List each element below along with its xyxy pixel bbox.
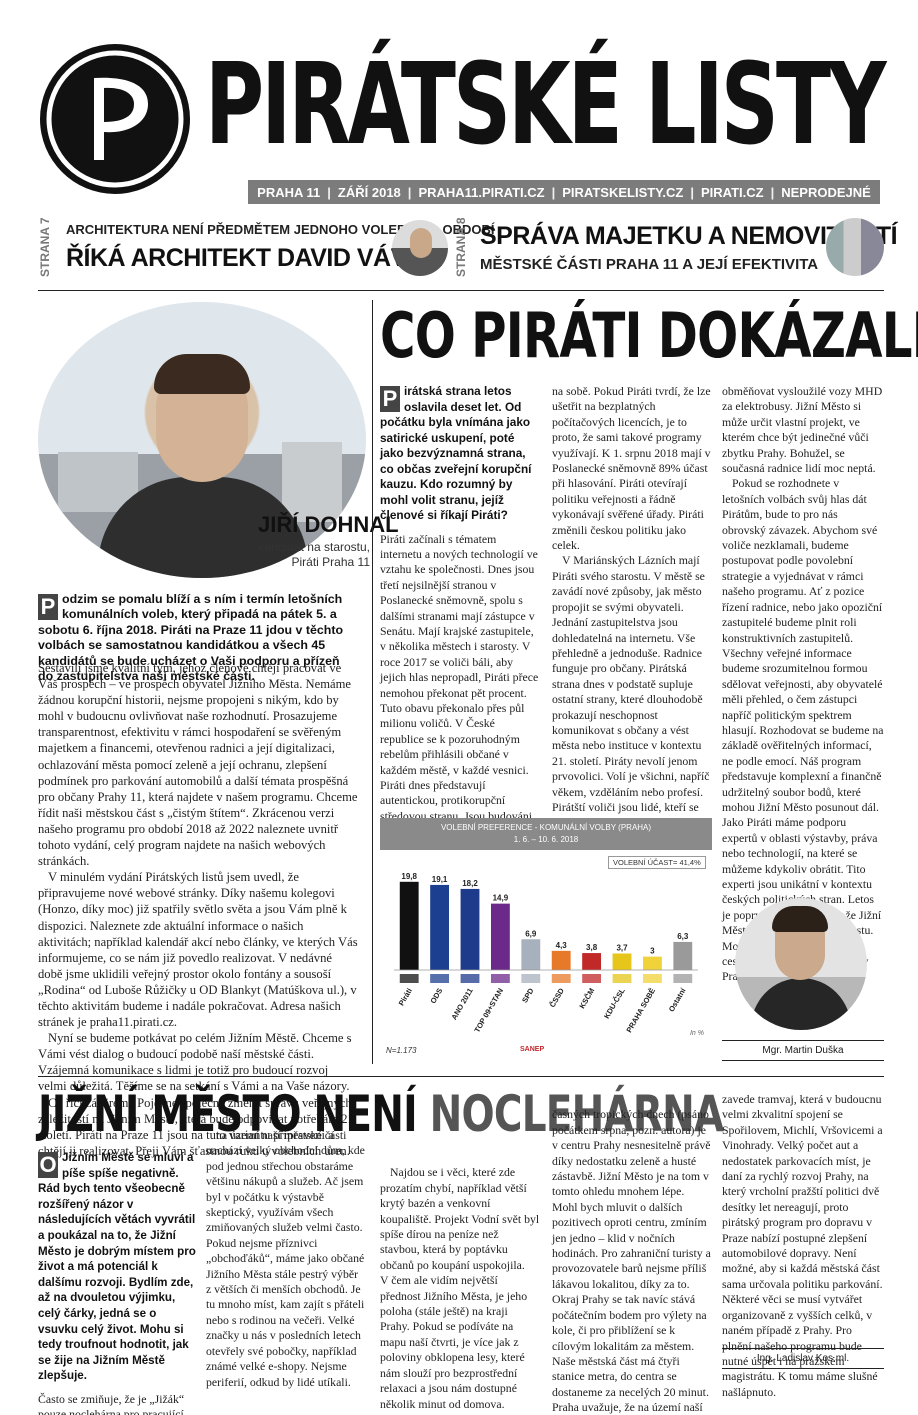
poll-chart: VOLEBNÍ PREFERENCE - KOMUNÁLNÍ VOLBY (PR…: [380, 818, 712, 1064]
bottom-lead-paragraph: O Jižním Městě se mluví a píše spíše nega…: [38, 1151, 196, 1383]
paragraph: Často se zmiňuje, že je „Jižák“ pouze no…: [38, 1391, 187, 1415]
bar-value-label: 18,2: [462, 879, 478, 888]
party-logo-icon: [521, 974, 541, 983]
drop-cap: P: [38, 594, 58, 620]
category-label: TOP 09+STAN: [472, 987, 505, 1035]
chart-sample-size: N=1.173: [386, 1046, 417, 1055]
david-vavra-photo: [392, 220, 448, 276]
bottom-column-1: O Jižním Městě se mluví a píše spíše nega…: [38, 1150, 198, 1415]
party-logo-icon: [673, 974, 693, 983]
paragraph: V minulém vydání Pirátských listů jsem u…: [38, 870, 358, 1030]
masthead-title: PIRÁTSKÉ LISTY: [205, 40, 887, 170]
author-name: JIŘÍ DOHNAL: [258, 512, 399, 537]
bar-value-label: 3,7: [616, 944, 628, 953]
paragraph: na území naší městské části nachází velk…: [206, 1128, 365, 1389]
paragraph: na sobě. Pokud Piráti tvrdí, že lze ušet…: [552, 384, 711, 553]
info-date: ZÁŘÍ 2018: [337, 184, 401, 200]
section-divider: [38, 1076, 884, 1077]
main-lead-paragraph: Pirátská strana letos oslavila deset let…: [380, 384, 532, 522]
bar-3: [460, 888, 480, 970]
paragraph: Sestavili jsme kvalitní tým, jehož členo…: [38, 661, 358, 869]
bar-value-label: 4,3: [556, 941, 568, 950]
paragraph: časných tropických dnech (psáno počátkem…: [552, 1107, 711, 1415]
bar-value-label: 6,9: [525, 929, 537, 938]
building-photo: [826, 218, 884, 276]
bar-value-label: 19,8: [401, 872, 417, 881]
bottom-column-4: časných tropických dnech (psáno počátkem…: [552, 1092, 712, 1415]
chart-header: VOLEBNÍ PREFERENCE - KOMUNÁLNÍ VOLBY (PR…: [380, 818, 712, 850]
chart-source-logo: SANEP: [520, 1046, 545, 1053]
bar-value-label: 3,8: [586, 943, 598, 952]
category-label: SPD: [520, 986, 536, 1004]
bar-10: [673, 941, 693, 970]
bar-6: [551, 950, 571, 970]
bar-9: [642, 956, 662, 970]
category-label: Ostatní: [667, 986, 688, 1014]
bar-8: [612, 953, 632, 970]
chart-subtitle: 1. 6. – 10. 6. 2018: [513, 835, 579, 844]
author-caption: Ing. Ladislav Kos ml.: [722, 1348, 884, 1369]
teaser-page-number: STRANA 7: [38, 217, 52, 277]
category-label: ČSSD: [548, 986, 567, 1009]
info-not-for-sale: NEPRODEJNÉ: [781, 184, 871, 200]
chart-plot: 19,8 Piráti 19,1 ODS 18,2 ANO 2011 14,9 TOP 09+…: [394, 872, 698, 1035]
bar-value-label: 6,3: [677, 932, 689, 941]
party-logo-icon: [612, 974, 632, 983]
info-link-praha11[interactable]: PRAHA11.PIRATI.CZ: [418, 185, 544, 200]
photo-caption: Mgr. Martin Duška: [722, 1040, 884, 1061]
column-divider: [372, 300, 373, 1064]
bottom-column-3: Najdou se i věci, které zde prozatím chy…: [380, 1150, 540, 1415]
main-headline: CO PIRÁTI DOKÁZALI?: [380, 299, 918, 372]
pirate-party-logo: [40, 44, 190, 194]
bar-4: [490, 903, 510, 970]
category-label: Piráti: [397, 987, 414, 1008]
masthead-info-bar: PRAHA 11 | ZÁŘÍ 2018 | PRAHA11.PIRATI.CZ…: [248, 180, 880, 204]
category-label: KDU-ČSL: [602, 986, 627, 1020]
bar-value-label: 3: [650, 947, 655, 956]
top-divider: [38, 290, 884, 291]
martin-duska-photo: [735, 898, 867, 1030]
bar-1: [399, 881, 419, 970]
author-role: kandidát na starostu, Piráti Praha 11: [258, 540, 370, 569]
party-logo-icon: [551, 974, 571, 983]
drop-cap: P: [380, 386, 400, 412]
bar-7: [582, 953, 602, 970]
bar-value-label: 19,1: [432, 875, 448, 884]
bar-value-label: 14,9: [493, 894, 509, 903]
teaser-title: ŘÍKÁ ARCHITEKT DAVID VÁVRA: [66, 244, 442, 272]
category-label: ODS: [428, 987, 444, 1006]
category-label: KSČM: [577, 987, 596, 1011]
teaser-page-number: STRANA 8: [454, 217, 468, 277]
category-label: PRAHA SOBĚ: [624, 987, 657, 1035]
drop-cap: O: [38, 1152, 58, 1178]
teaser-property[interactable]: STRANA 8 SPRÁVA MAJETKU A NEMOVITOSTÍ MĚ…: [454, 214, 898, 280]
party-logo-icon: [399, 974, 419, 983]
party-logo-icon: [460, 974, 480, 983]
category-label: ANO 2011: [449, 987, 474, 1022]
info-link-piratskelisty[interactable]: PIRATSKELISTY.CZ: [562, 185, 683, 200]
bottom-column-2: na území naší městské části nachází velk…: [206, 1128, 366, 1390]
party-logo-icon: [642, 974, 662, 983]
masthead: PIRÁTSKÉ LISTY PRAHA 11 | ZÁŘÍ 2018 | PR…: [0, 0, 918, 210]
paragraph: obměňovat vysloužilé vozy MHD za elektro…: [722, 384, 883, 476]
main-column-3: obměňovat vysloužilé vozy MHD za elektro…: [722, 384, 884, 985]
party-logo-icon: [430, 974, 450, 983]
bar-5: [521, 939, 541, 970]
chart-title: VOLEBNÍ PREFERENCE - KOMUNÁLNÍ VOLBY (PR…: [440, 823, 652, 832]
party-logo-icon: [490, 974, 510, 983]
chart-unit: In %: [689, 1030, 704, 1037]
bar-2: [430, 884, 450, 970]
info-link-pirati[interactable]: PIRATI.CZ: [701, 185, 764, 200]
teaser-subtitle: MĚSTSKÉ ČÁSTI PRAHA 11 A JEJÍ EFEKTIVITA: [480, 256, 819, 273]
info-location: PRAHA 11: [257, 184, 321, 200]
party-logo-icon: [582, 974, 602, 983]
teaser-architecture[interactable]: STRANA 7 ARCHITEKTURA NENÍ PŘEDMĚTEM JED…: [38, 214, 495, 280]
paragraph: Najdou se i věci, které zde prozatím chy…: [380, 1165, 540, 1415]
